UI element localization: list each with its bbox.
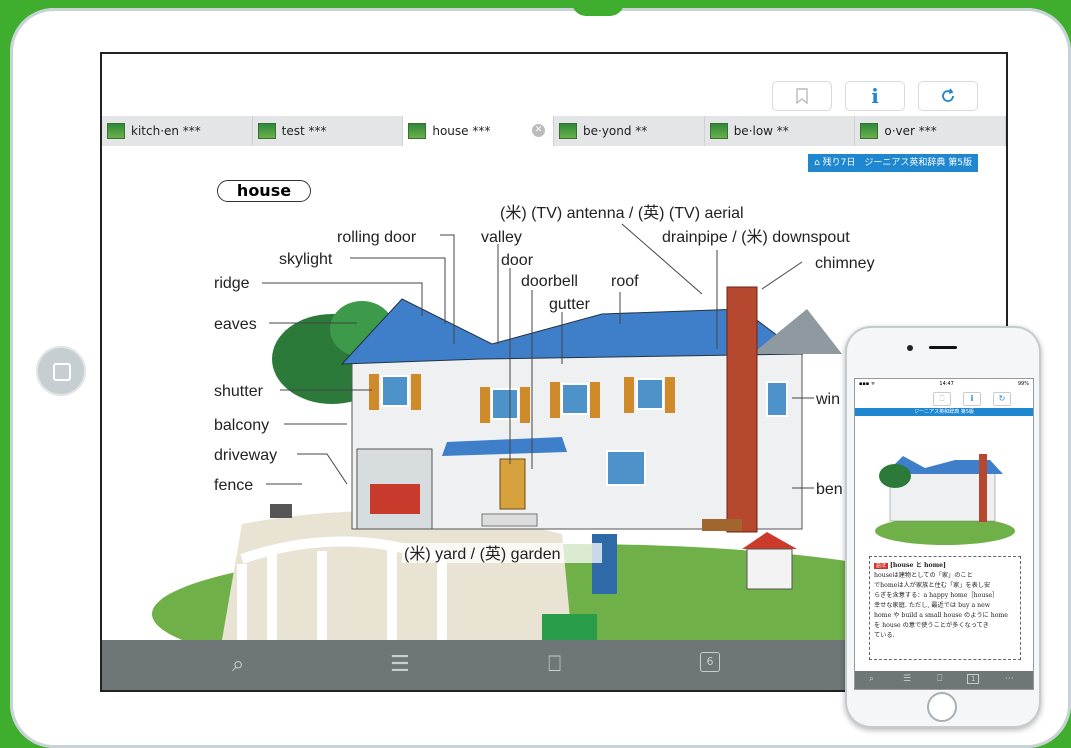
bench-shape	[702, 519, 742, 531]
window	[766, 381, 788, 417]
front-door	[499, 458, 526, 510]
phone-info-button[interactable]: i	[963, 392, 981, 406]
shutter	[411, 374, 421, 410]
search-icon[interactable]: ⌕	[232, 652, 244, 677]
phone-screen: ▪▪▪ ᯤ 14:47 99% ⎕ i ↻ ジーニアス英和辞典 第5版 語法 […	[854, 378, 1034, 690]
usage-note-tag: 語法	[874, 563, 889, 569]
usage-note-box: 語法 [house と home] houseは建物としての「家」のこと でho…	[869, 556, 1021, 660]
label-balcony: balcony	[214, 417, 269, 434]
label-shutter: shutter	[214, 383, 264, 400]
phone-speaker	[929, 346, 957, 349]
phone-camera	[907, 345, 913, 351]
doghouse	[746, 548, 793, 590]
ipad-camera-notch	[572, 2, 624, 16]
phone-tab-count[interactable]: 1	[967, 674, 980, 684]
label-bench: ben	[816, 481, 843, 498]
label-window: win	[815, 391, 840, 408]
phone-time: 14:47	[939, 380, 954, 387]
shutter	[550, 382, 560, 418]
label-gutter: gutter	[549, 296, 591, 313]
ipad-home-button[interactable]	[36, 346, 86, 396]
phone-search-icon[interactable]: ⌕	[869, 674, 874, 684]
label-doorbell: doorbell	[521, 273, 578, 290]
iphone-frame: ▪▪▪ ᯤ 14:47 99% ⎕ i ↻ ジーニアス英和辞典 第5版 語法 […	[845, 326, 1041, 728]
shutter	[624, 377, 634, 413]
shutter	[369, 374, 379, 410]
car	[370, 484, 420, 514]
window	[491, 388, 519, 420]
phone-dictionary-band[interactable]: ジーニアス英和辞典 第5版	[855, 408, 1033, 416]
usage-note-line: らぎを含意する：a happy home［house］	[874, 592, 999, 599]
shutter	[520, 387, 530, 423]
phone-toolbar: ⎕ i ↻	[855, 388, 1033, 408]
usage-note-line: houseは建物としての「家」のこと	[874, 572, 973, 579]
phone-bookmark-button[interactable]: ⎕	[933, 392, 951, 406]
label-ridge: ridge	[214, 275, 250, 292]
phone-bottom-toolbar: ⌕ ☰ ⎕ 1 ···	[855, 671, 1033, 689]
phone-status-bar: ▪▪▪ ᯤ 14:47 99%	[855, 379, 1033, 388]
phone-bookmark-list-icon[interactable]: ⎕	[937, 674, 942, 684]
label-door: door	[501, 252, 534, 269]
usage-note-title: [house と home]	[889, 562, 946, 569]
window	[381, 375, 409, 407]
label-yard: (米) yard / (英) garden	[404, 545, 561, 563]
usage-note-line: 幸せな家庭. ただし, 最近では buy a new	[874, 602, 991, 609]
usage-note-line: を house の意で使うことが多くなってき	[874, 622, 989, 629]
label-roof: roof	[611, 273, 639, 290]
chimney-leader	[761, 261, 803, 290]
label-drainpipe: drainpipe / (米) downspout	[662, 228, 850, 246]
list-icon[interactable]: ☰	[390, 652, 410, 677]
label-fence: fence	[214, 477, 253, 494]
lawn-mower	[542, 614, 597, 640]
bookmark-list-icon[interactable]: ⎕	[548, 652, 561, 677]
phone-more-icon[interactable]: ···	[1005, 674, 1014, 684]
label-driveway: driveway	[214, 447, 277, 464]
usage-note-line: でhomeは人が家族と住む「家」を表し安	[874, 582, 991, 589]
label-skylight: skylight	[279, 251, 333, 268]
doghouse-roof	[742, 532, 797, 549]
mailbox	[270, 504, 292, 518]
phone-list-icon[interactable]: ☰	[903, 674, 911, 684]
phone-chimney	[979, 454, 987, 522]
phone-refresh-button[interactable]: ↻	[993, 392, 1011, 406]
label-antenna: (米) (TV) antenna / (英) (TV) aerial	[500, 204, 744, 222]
label-eaves: eaves	[214, 316, 257, 333]
window	[636, 378, 664, 410]
shutter	[590, 382, 600, 418]
chimney-shape	[726, 286, 758, 533]
phone-battery: 99%	[1017, 380, 1029, 387]
label-valley: valley	[481, 229, 522, 246]
phone-house-illustration	[875, 454, 1015, 545]
phone-home-button[interactable]	[927, 692, 957, 722]
tab-count-button[interactable]: 6	[700, 652, 720, 672]
signal-icon: ▪▪▪ ᯤ	[859, 380, 876, 387]
label-rolling-door: rolling door	[337, 229, 417, 246]
window	[561, 383, 589, 415]
phone-tree	[879, 464, 911, 488]
driveway-leader	[297, 453, 348, 485]
label-chimney: chimney	[815, 255, 875, 272]
shutter	[665, 377, 675, 413]
usage-note-line: home や build a small house のように home	[874, 612, 1008, 619]
bay-window	[606, 450, 646, 486]
porch-steps	[481, 513, 538, 527]
shutter	[480, 387, 490, 423]
usage-note-line: ている.	[874, 632, 895, 639]
